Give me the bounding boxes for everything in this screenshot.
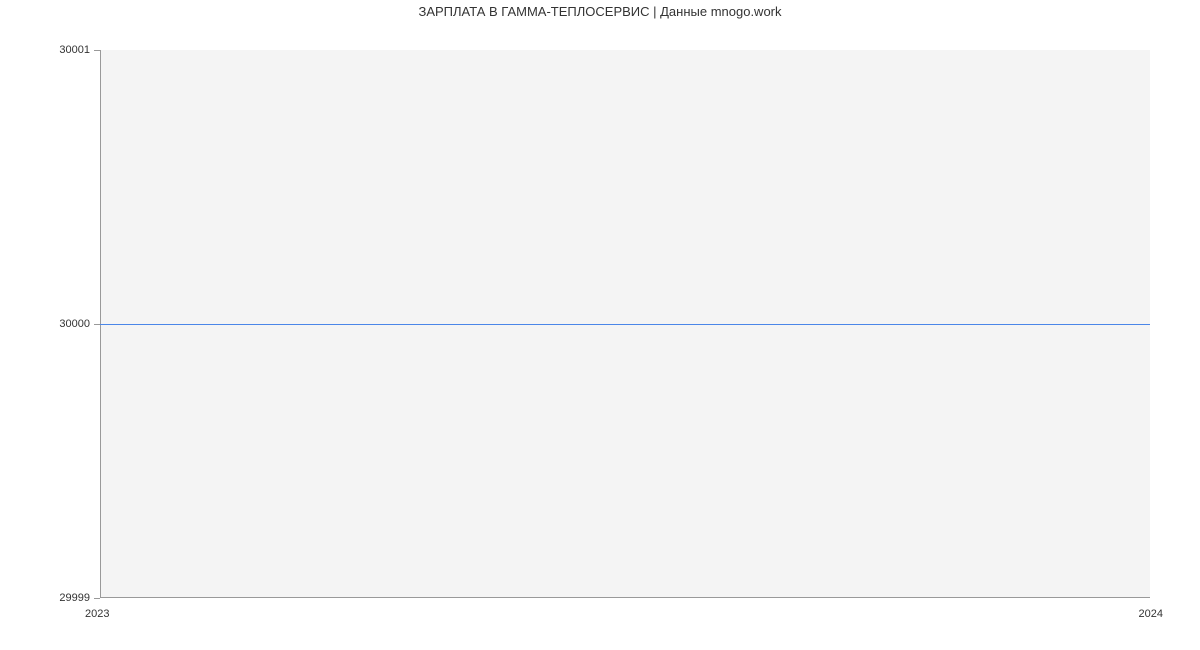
y-tick-mark <box>94 598 100 599</box>
y-tick-label-top: 30001 <box>10 44 90 56</box>
chart-container: ЗАРПЛАТА В ГАММА-ТЕПЛОСЕРВИС | Данные mn… <box>0 0 1200 650</box>
x-tick-label-left: 2023 <box>85 608 109 620</box>
y-tick-label-mid: 30000 <box>10 318 90 330</box>
x-tick-label-right: 2024 <box>1139 608 1163 620</box>
chart-title: ЗАРПЛАТА В ГАММА-ТЕПЛОСЕРВИС | Данные mn… <box>0 4 1200 19</box>
y-tick-label-bottom: 29999 <box>10 592 90 604</box>
data-line <box>100 324 1150 325</box>
